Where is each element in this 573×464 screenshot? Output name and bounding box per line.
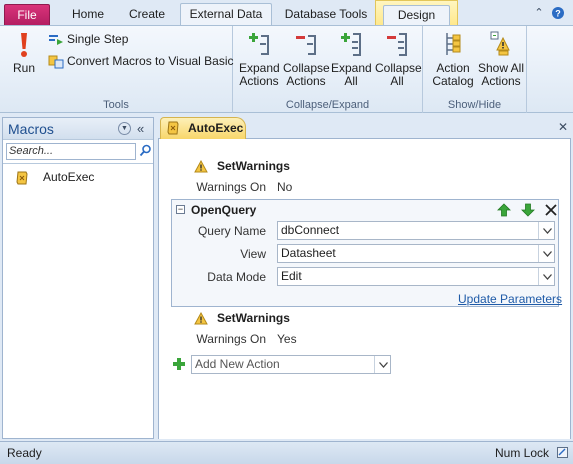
- run-icon: [12, 30, 36, 58]
- ribbon: Run Single Step Convert Macros to Visual…: [0, 25, 573, 113]
- update-parameters-link[interactable]: Update Parameters: [458, 292, 562, 306]
- nav-pane-title[interactable]: Macros: [8, 121, 54, 137]
- group-tools: Run Single Step Convert Macros to Visual…: [0, 26, 234, 113]
- view-dropdown[interactable]: Datasheet: [277, 244, 555, 263]
- single-step-button[interactable]: Single Step: [48, 31, 128, 48]
- action-setwarnings-1[interactable]: SetWarnings: [217, 159, 290, 173]
- arg-label-warnings-on-1: Warnings On: [196, 180, 266, 194]
- nav-pane-header: Macros ▼ «: [3, 118, 153, 140]
- nav-separator: [3, 163, 153, 164]
- group-tools-label: Tools: [103, 99, 129, 111]
- tab-design[interactable]: Design: [383, 5, 450, 25]
- chevron-down-icon[interactable]: [374, 356, 390, 373]
- action-setwarnings-2[interactable]: SetWarnings: [217, 311, 290, 325]
- group-collapse-expand: Expand Actions Collapse Actions Expand A…: [233, 26, 423, 113]
- expand-all-button[interactable]: Expand All: [331, 30, 372, 88]
- group-show-hide: Action Catalog Show All Actions Show/Hid…: [423, 26, 527, 113]
- show-all-actions-label-1: Show All: [477, 61, 525, 75]
- svg-text:?: ?: [555, 9, 561, 19]
- run-label: Run: [12, 61, 35, 75]
- action-catalog-button[interactable]: Action Catalog: [431, 30, 475, 88]
- collapse-actions-label-2: Actions: [286, 74, 326, 88]
- query-name-dropdown[interactable]: dbConnect: [277, 221, 555, 240]
- help-icon[interactable]: ?: [551, 6, 565, 20]
- design-view-icon[interactable]: [557, 447, 568, 458]
- nav-menu-chevron-icon[interactable]: ▼: [118, 122, 131, 135]
- convert-macros-button[interactable]: Convert Macros to Visual Basic: [48, 53, 234, 70]
- query-name-value: dbConnect: [281, 223, 340, 237]
- single-step-icon: [48, 33, 64, 47]
- search-icon[interactable]: [139, 144, 152, 157]
- single-step-label: Single Step: [67, 32, 129, 46]
- tab-external-data[interactable]: External Data: [180, 3, 272, 25]
- arg-label-view: View: [240, 247, 266, 261]
- chevron-down-icon[interactable]: [538, 222, 554, 239]
- show-all-actions-label-2: Actions: [481, 74, 521, 88]
- arg-value-warnings-on-2[interactable]: Yes: [277, 332, 297, 346]
- convert-macros-label: Convert Macros to Visual Basic: [67, 54, 234, 68]
- view-value: Datasheet: [281, 246, 336, 260]
- macro-icon: [15, 170, 29, 185]
- document-tab-autoexec[interactable]: AutoExec: [160, 117, 246, 139]
- status-bar: Ready Num Lock: [0, 441, 573, 464]
- ribbon-tab-bar: File Home Create External Data Database …: [0, 0, 573, 25]
- arg-label-warnings-on-2: Warnings On: [196, 332, 266, 346]
- chevron-down-icon[interactable]: [538, 245, 554, 262]
- add-new-action-placeholder: Add New Action: [195, 357, 280, 371]
- collapse-actions-button[interactable]: Collapse Actions: [283, 30, 330, 88]
- ribbon-minimize-icon[interactable]: ⌃: [532, 6, 546, 20]
- action-openquery: OpenQuery: [191, 203, 257, 217]
- nav-item-autoexec[interactable]: AutoExec: [3, 166, 153, 188]
- expand-actions-icon: [247, 30, 271, 58]
- warning-icon: [194, 159, 208, 174]
- collapse-all-label-1: Collapse: [375, 61, 422, 75]
- document-tab-label: AutoExec: [188, 121, 244, 135]
- chevron-down-icon[interactable]: [538, 268, 554, 285]
- arg-label-data-mode: Data Mode: [207, 270, 266, 284]
- arg-label-query-name: Query Name: [197, 224, 266, 238]
- collapse-all-icon: [385, 30, 409, 58]
- action-catalog-label-1: Action: [436, 61, 470, 75]
- show-all-actions-icon: [489, 30, 513, 58]
- action-catalog-icon: [441, 30, 465, 58]
- delete-action-icon[interactable]: [544, 203, 558, 217]
- show-all-actions-button[interactable]: Show All Actions: [477, 30, 525, 88]
- action-catalog-label-2: Catalog: [432, 74, 474, 88]
- navigation-pane: Macros ▼ « Search... AutoExec: [2, 117, 154, 439]
- group-show-hide-label: Show/Hide: [447, 99, 502, 111]
- expand-all-label-1: Expand: [331, 61, 372, 75]
- tab-home[interactable]: Home: [62, 4, 114, 25]
- expand-actions-label-2: Actions: [239, 74, 279, 88]
- collapse-all-label-2: All: [390, 74, 404, 88]
- warning-icon: [194, 311, 208, 326]
- collapse-actions-label-1: Collapse: [283, 61, 330, 75]
- move-down-icon[interactable]: [521, 203, 535, 217]
- collapse-toggle-icon[interactable]: −: [176, 205, 185, 214]
- macro-icon: [166, 121, 180, 135]
- data-mode-value: Edit: [281, 269, 302, 283]
- collapse-all-button[interactable]: Collapse All: [375, 30, 422, 88]
- tab-create[interactable]: Create: [120, 4, 174, 25]
- status-ready: Ready: [7, 446, 42, 460]
- expand-actions-button[interactable]: Expand Actions: [239, 30, 280, 88]
- status-num-lock: Num Lock: [495, 446, 550, 460]
- expand-actions-label-1: Expand: [239, 61, 280, 75]
- run-button[interactable]: Run: [8, 30, 40, 75]
- add-new-action-dropdown[interactable]: Add New Action: [191, 355, 391, 374]
- group-collapse-expand-label: Collapse/Expand: [285, 99, 370, 111]
- shutter-bar-collapse-icon[interactable]: «: [137, 121, 144, 136]
- tab-database-tools[interactable]: Database Tools: [278, 4, 374, 25]
- collapse-actions-icon: [294, 30, 318, 58]
- add-action-plus-icon: [172, 357, 186, 371]
- convert-macros-icon: [48, 55, 64, 69]
- arg-value-warnings-on-1[interactable]: No: [277, 180, 292, 194]
- nav-search-input[interactable]: Search...: [6, 143, 136, 160]
- expand-all-icon: [339, 30, 363, 58]
- tab-file[interactable]: File: [4, 4, 50, 25]
- expand-all-label-2: All: [344, 74, 358, 88]
- close-document-icon[interactable]: ✕: [557, 120, 569, 134]
- nav-item-label: AutoExec: [43, 170, 95, 184]
- move-up-icon[interactable]: [497, 203, 511, 217]
- data-mode-dropdown[interactable]: Edit: [277, 267, 555, 286]
